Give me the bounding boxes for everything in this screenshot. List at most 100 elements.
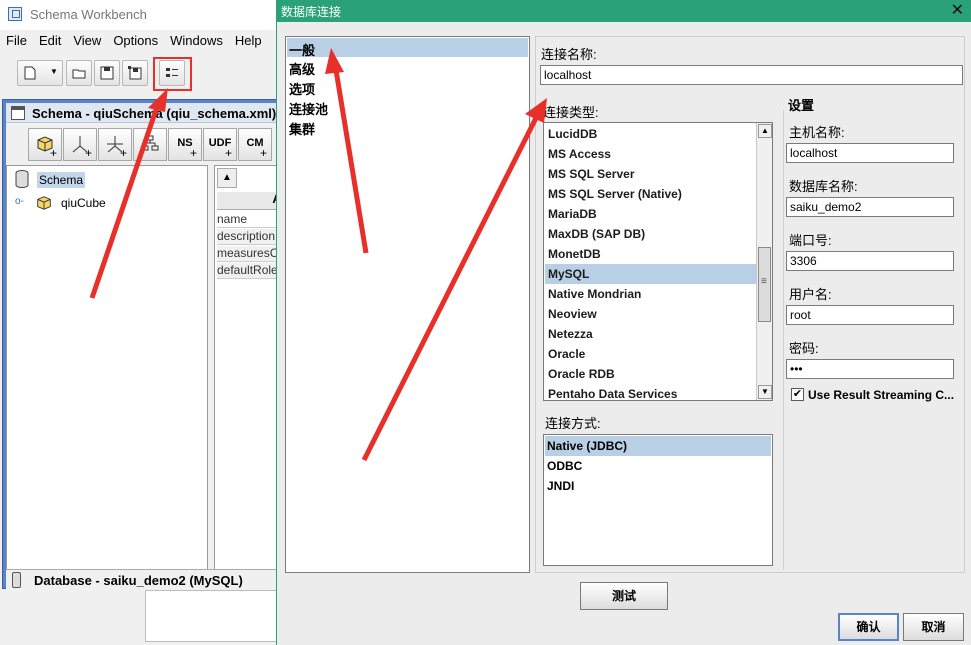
list-item[interactable]: MS SQL Server	[545, 164, 757, 184]
host-input[interactable]: localhost	[786, 143, 954, 163]
access-method-list[interactable]: Native (JDBC) ODBC JNDI	[543, 434, 773, 566]
new-file-icon	[24, 66, 36, 80]
plus-icon: +	[224, 146, 232, 160]
add-udf-button[interactable]: UDF +	[203, 128, 237, 161]
nav-item-general[interactable]: 一般	[287, 38, 528, 58]
list-item[interactable]: MS SQL Server (Native)	[545, 184, 757, 204]
plus-icon: +	[84, 146, 92, 160]
add-dimension-button[interactable]: +	[63, 128, 97, 161]
list-item-selected[interactable]: Native (JDBC)	[545, 436, 771, 456]
new-file-button[interactable]: ▼	[17, 60, 63, 86]
property-row[interactable]: measuresC	[217, 246, 283, 262]
password-label: 密码:	[789, 341, 819, 356]
dropdown-arrow-icon: ▼	[50, 67, 58, 76]
list-item[interactable]: ODBC	[545, 456, 771, 476]
username-label: 用户名:	[789, 287, 832, 302]
settings-title: 设置	[788, 98, 815, 113]
port-input[interactable]: 3306	[786, 251, 954, 271]
connection-type-list[interactable]: LucidDB MS Access MS SQL Server MS SQL S…	[543, 122, 773, 401]
list-item[interactable]: Oracle	[545, 344, 757, 364]
vertical-scrollbar[interactable]: ▲ ▼	[756, 123, 772, 400]
result-streaming-label: Use Result Streaming C...	[808, 388, 955, 402]
connection-type-label: 连接类型:	[543, 105, 599, 120]
scroll-thumb[interactable]	[758, 247, 771, 322]
connection-name-input[interactable]: localhost	[540, 65, 963, 85]
database-name-input[interactable]: saiku_demo2	[786, 197, 954, 217]
plus-icon: +	[119, 146, 127, 160]
menu-edit[interactable]: Edit	[33, 31, 67, 51]
save-as-button[interactable]	[122, 60, 148, 86]
property-row[interactable]: description	[217, 229, 283, 245]
hierarchy-icon	[141, 135, 159, 151]
list-item[interactable]: Neoview	[545, 304, 757, 324]
open-file-button[interactable]	[66, 60, 92, 86]
schema-frame-title: Schema - qiuSchema (qiu_schema.xml)	[32, 106, 277, 121]
database-connection-dialog: 数据库连接 ✕ 一般 高级 选项 连接池 集群 连接名称: localhost …	[276, 0, 971, 645]
list-item[interactable]: MariaDB	[545, 204, 757, 224]
save-button[interactable]	[94, 60, 120, 86]
cancel-button[interactable]: 取消	[903, 613, 964, 641]
menu-options[interactable]: Options	[107, 31, 164, 51]
close-icon[interactable]: ✕	[951, 0, 964, 20]
database-status-bar: Database - saiku_demo2 (MySQL)	[6, 569, 276, 589]
app-icon	[8, 7, 22, 21]
dialog-titlebar: 数据库连接 ✕	[277, 0, 971, 22]
database-icon	[15, 170, 29, 188]
background-panel	[145, 590, 280, 642]
cube-icon	[37, 196, 51, 210]
dialog-title: 数据库连接	[281, 5, 342, 19]
app-titlebar: Schema Workbench	[0, 0, 280, 30]
port-label: 端口号:	[789, 233, 832, 248]
scroll-up-icon[interactable]: ▲	[758, 124, 772, 138]
result-streaming-checkbox[interactable]: ✔	[791, 388, 804, 401]
add-cube-button[interactable]: +	[28, 128, 62, 161]
tree-cube-label: qiuCube	[61, 196, 106, 210]
list-item[interactable]: MaxDB (SAP DB)	[545, 224, 757, 244]
list-item[interactable]: LucidDB	[545, 124, 757, 144]
up-arrow-icon[interactable]: ▲	[217, 168, 237, 188]
plus-icon: +	[49, 146, 57, 160]
list-item[interactable]: Netezza	[545, 324, 757, 344]
nav-item-pooling[interactable]: 连接池	[287, 97, 528, 117]
folder-open-icon	[72, 69, 86, 79]
tree-expand-icon[interactable]: o-	[15, 196, 24, 207]
menu-bar: File Edit View Options Windows Help	[0, 31, 280, 51]
list-item[interactable]: MonetDB	[545, 244, 757, 264]
password-input[interactable]: •••	[786, 359, 954, 379]
add-calculated-member-button[interactable]: CM +	[238, 128, 272, 161]
database-icon	[12, 572, 21, 588]
schema-toolbar: + + + NS + UDF + CM +	[6, 125, 276, 163]
property-row[interactable]: defaultRole	[217, 263, 283, 279]
app-title: Schema Workbench	[30, 7, 147, 22]
list-item[interactable]: MS Access	[545, 144, 757, 164]
main-toolbar: ▼	[0, 57, 280, 93]
list-item[interactable]: Oracle RDB	[545, 364, 757, 384]
annotation-highlight-box	[153, 57, 192, 91]
nav-item-options[interactable]: 选项	[287, 77, 528, 97]
list-item-selected[interactable]: MySQL	[545, 264, 757, 284]
nav-item-cluster[interactable]: 集群	[287, 117, 528, 137]
host-label: 主机名称:	[789, 125, 845, 140]
property-row[interactable]: name	[217, 212, 283, 228]
schema-frame-titlebar: Schema - qiuSchema (qiu_schema.xml)	[6, 103, 276, 123]
list-item[interactable]: JNDI	[545, 476, 771, 496]
menu-windows[interactable]: Windows	[164, 31, 229, 51]
nav-item-advanced[interactable]: 高级	[287, 57, 528, 77]
list-item[interactable]: Pentaho Data Services	[545, 384, 757, 400]
add-hierarchy-button[interactable]	[133, 128, 167, 161]
ok-button[interactable]: 确认	[838, 613, 899, 641]
database-name-label: 数据库名称:	[789, 179, 858, 194]
add-named-set-button[interactable]: NS +	[168, 128, 202, 161]
add-dimension-usage-button[interactable]: +	[98, 128, 132, 161]
database-status-text: Database - saiku_demo2 (MySQL)	[34, 573, 243, 588]
schema-internal-frame: Schema - qiuSchema (qiu_schema.xml) + + …	[2, 99, 284, 589]
save-as-icon	[128, 66, 142, 80]
menu-file[interactable]: File	[0, 31, 33, 51]
username-input[interactable]: root	[786, 305, 954, 325]
scroll-down-icon[interactable]: ▼	[758, 385, 772, 399]
plus-icon: +	[189, 146, 197, 160]
menu-help[interactable]: Help	[229, 31, 268, 51]
test-button[interactable]: 测试	[580, 582, 668, 610]
list-item[interactable]: Native Mondrian	[545, 284, 757, 304]
menu-view[interactable]: View	[67, 31, 107, 51]
